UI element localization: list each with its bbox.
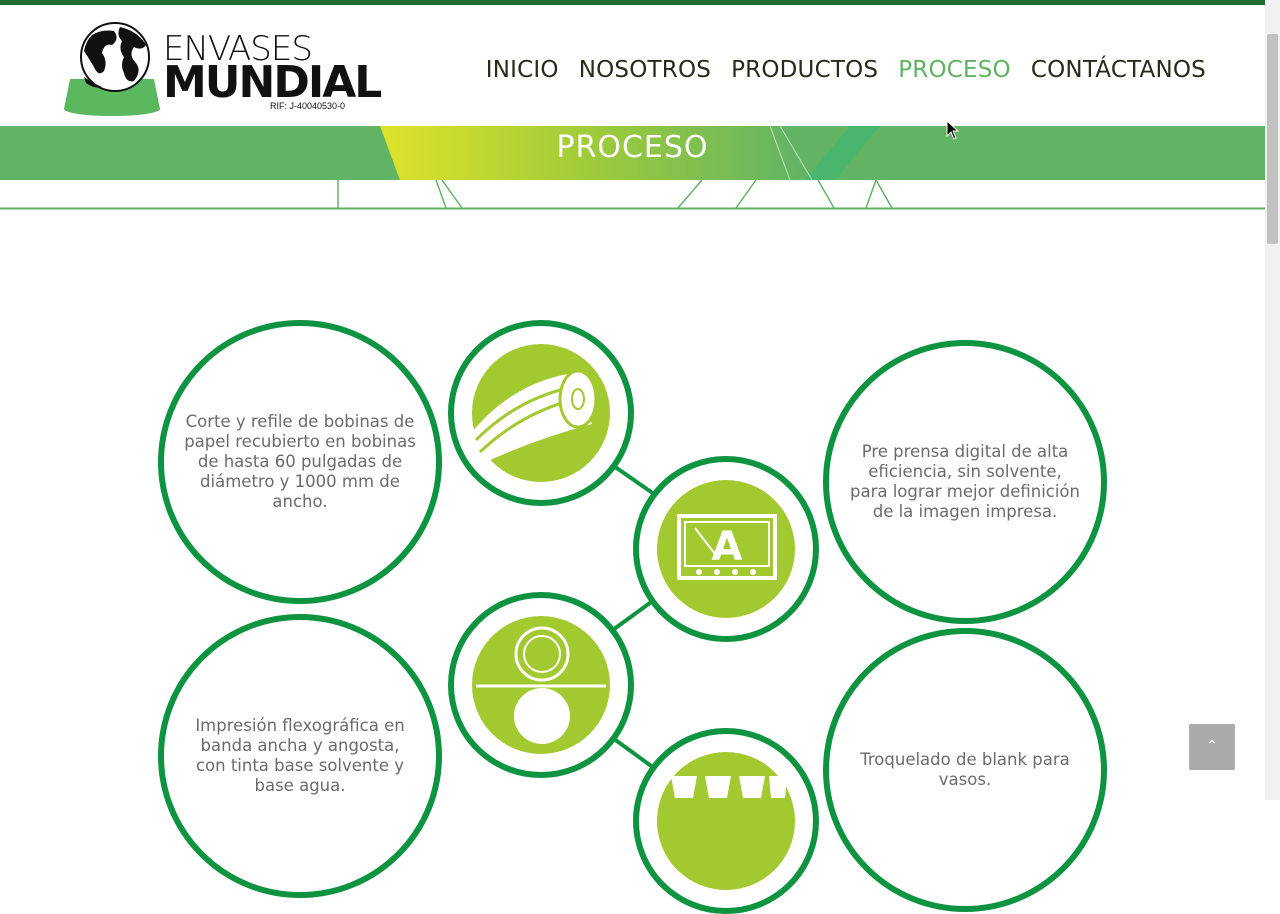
svg-text:A: A	[712, 524, 743, 570]
back-to-top-button[interactable]: ⌃	[1189, 724, 1235, 770]
process-step-description: Troquelado de blank para vasos.	[860, 750, 1070, 789]
process-step-icon: A	[633, 456, 819, 642]
chevron-up-icon: ⌃	[1206, 738, 1218, 754]
digital-prepress-icon: A	[677, 514, 777, 580]
page-scrollbar[interactable]	[1265, 0, 1280, 800]
process-step-icon	[448, 592, 634, 778]
process-step-icon	[633, 728, 819, 914]
process-step-text: Impresión flexográfica en banda ancha y …	[158, 614, 442, 898]
process-step-description: Impresión flexográfica en banda ancha y …	[195, 716, 405, 795]
process-step-text: Troquelado de blank para vasos.	[823, 628, 1107, 912]
flexo-printing-icon	[476, 626, 606, 744]
paper-roll-icon	[472, 369, 598, 464]
process-step-text: Corte y refile de bobinas de papel recub…	[158, 320, 442, 604]
process-step-icon	[448, 320, 634, 506]
process-step-text: Pre prensa digital de alta eficiencia, s…	[823, 340, 1107, 624]
process-step-description: Corte y refile de bobinas de papel recub…	[184, 412, 416, 511]
process-step-description: Pre prensa digital de alta eficiencia, s…	[849, 442, 1080, 521]
mouse-cursor-icon	[946, 120, 960, 140]
die-cutting-icon	[671, 776, 787, 798]
scrollbar-thumb[interactable]	[1267, 34, 1278, 244]
